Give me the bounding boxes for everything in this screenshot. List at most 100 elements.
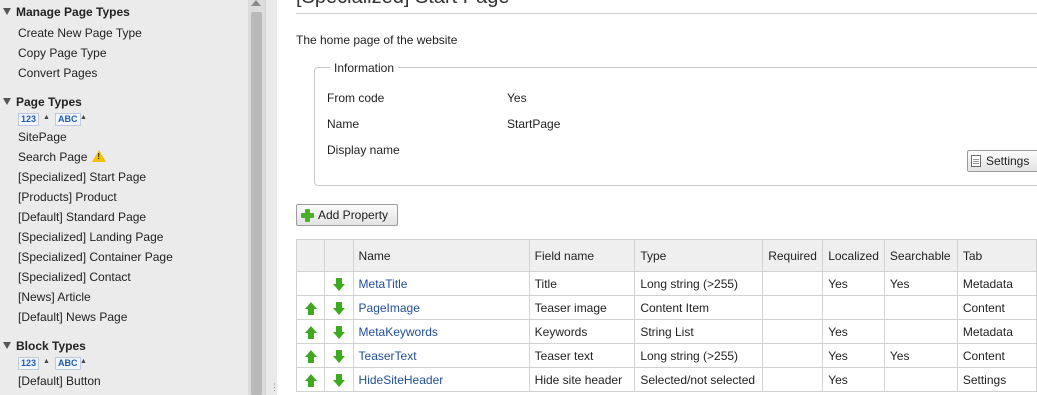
copy-page-type-link[interactable]: Copy Page Type [18,46,107,60]
move-down-cell [324,343,354,368]
collapse-triangle-icon[interactable] [3,98,11,105]
table-row: PageImage Teaser image Content Item Content [295,295,1037,320]
property-name-link[interactable]: MetaTitle [359,277,408,291]
field-name-cell: Teaser image [528,295,636,320]
property-name-cell: HideSiteHeader [352,367,530,392]
title-divider [296,13,1037,14]
move-down-arrow-icon[interactable] [332,325,345,339]
from-code-label: From code [327,91,385,105]
required-cell [762,319,824,344]
move-up-arrow-icon[interactable] [304,325,317,339]
sidebar-item-start-page[interactable]: [Specialized] Start Page [18,170,146,184]
type-cell: Long string (>255) [634,271,764,296]
move-up-cell [295,343,326,368]
table-row: TeaserText Teaser text Long string (>255) Y… [295,343,1037,368]
manage-page-types-heading[interactable]: Manage Page Types [3,5,130,19]
sort-ascending-icon[interactable]: ▲ [43,114,50,121]
sidebar-item-search-page[interactable]: Search Page! [18,150,107,164]
add-property-button[interactable]: Add Property [296,204,398,226]
scrollbar-thumb[interactable] [251,12,262,395]
page-title: [Specialized] Start Page [296,0,509,9]
information-fieldset [314,67,1037,186]
sidebar-item-news-page[interactable]: [Default] News Page [18,310,127,324]
column-header-move-up [295,239,326,272]
property-name-link[interactable]: MetaKeywords [359,325,438,339]
sidebar-item-product[interactable]: [Products] Product [18,190,117,204]
display-name-label: Display name [327,143,400,157]
sidebar-item-container-page[interactable]: [Specialized] Container Page [18,250,173,264]
move-up-arrow-icon[interactable] [304,301,317,315]
create-new-page-type-link[interactable]: Create New Page Type [18,26,142,40]
collapse-triangle-icon[interactable] [3,342,11,349]
localized-cell: Yes [822,343,885,368]
tab-cell: Settings [956,367,1037,392]
tab-cell: Metadata [956,271,1037,296]
searchable-cell [883,295,958,320]
column-header-type: Type [634,239,764,272]
properties-table: Name Field name Type Required Localized … [295,239,1037,392]
required-cell [762,295,824,320]
tab-cell: Metadata [956,319,1037,344]
information-legend: Information [330,61,399,75]
localized-cell: Yes [822,319,885,344]
sort-ascending-icon[interactable]: ▲ [80,114,87,121]
sort-ascending-icon[interactable]: ▲ [80,358,87,365]
searchable-cell: Yes [883,271,958,296]
move-up-arrow-icon[interactable] [304,373,317,387]
sort-numeric-button[interactable]: 123 [18,357,40,370]
move-up-cell [295,295,326,320]
sort-numeric-button[interactable]: 123 [18,113,40,126]
move-down-arrow-icon[interactable] [332,277,345,291]
searchable-cell [883,319,958,344]
column-header-move-down [324,239,354,272]
localized-cell [822,295,885,320]
type-cell: String List [634,319,764,344]
collapse-triangle-icon[interactable] [3,8,11,15]
type-cell: Content Item [634,295,764,320]
move-up-cell [295,367,326,392]
block-types-heading[interactable]: Block Types [3,339,86,353]
settings-button[interactable]: Settings [967,150,1037,172]
name-value: StartPage [507,117,561,131]
column-header-tab: Tab [956,239,1037,272]
property-name-link[interactable]: HideSiteHeader [359,373,444,387]
move-down-arrow-icon[interactable] [332,373,345,387]
sort-alpha-button[interactable]: ABC [55,357,81,370]
tab-cell: Content [956,295,1037,320]
scroll-up-arrow-icon[interactable] [251,0,261,6]
warning-icon: ! [92,150,107,162]
move-down-cell [324,319,354,344]
main-content: [Specialized] Start Page The home page o… [277,0,1037,395]
sidebar-item-standard-page[interactable]: [Default] Standard Page [18,210,146,224]
property-name-cell: PageImage [352,295,530,320]
sidebar-item-article[interactable]: [News] Article [18,290,91,304]
move-down-arrow-icon[interactable] [332,349,345,363]
property-name-link[interactable]: TeaserText [359,349,417,363]
move-up-arrow-icon[interactable] [304,349,317,363]
field-name-cell: Teaser text [528,343,636,368]
required-cell [762,367,824,392]
move-down-arrow-icon[interactable] [332,301,345,315]
sort-alpha-button[interactable]: ABC [55,113,81,126]
sidebar-item-landing-page[interactable]: [Specialized] Landing Page [18,230,163,244]
table-header-row: Name Field name Type Required Localized … [295,239,1037,272]
sort-ascending-icon[interactable]: ▲ [43,358,50,365]
field-name-cell: Hide site header [528,367,636,392]
field-name-cell: Title [528,271,636,296]
searchable-cell: Yes [883,343,958,368]
pane-splitter[interactable]: ⋮ [265,0,279,395]
property-name-link[interactable]: PageImage [359,301,420,315]
property-name-cell: MetaTitle [352,271,530,296]
sidebar-scrollbar[interactable] [248,0,265,395]
column-header-field-name: Field name [528,239,636,272]
move-down-cell [324,367,354,392]
page-types-heading[interactable]: Page Types [3,95,82,109]
sidebar-item-contact[interactable]: [Specialized] Contact [18,270,131,284]
table-row: MetaKeywords Keywords String List Yes Metada… [295,319,1037,344]
name-label: Name [327,117,360,131]
sidebar-item-button[interactable]: [Default] Button [18,374,101,388]
sidebar-item-sitepage[interactable]: SitePage [18,130,67,144]
move-up-cell [295,271,326,296]
convert-pages-link[interactable]: Convert Pages [18,66,97,80]
move-up-cell [295,319,326,344]
